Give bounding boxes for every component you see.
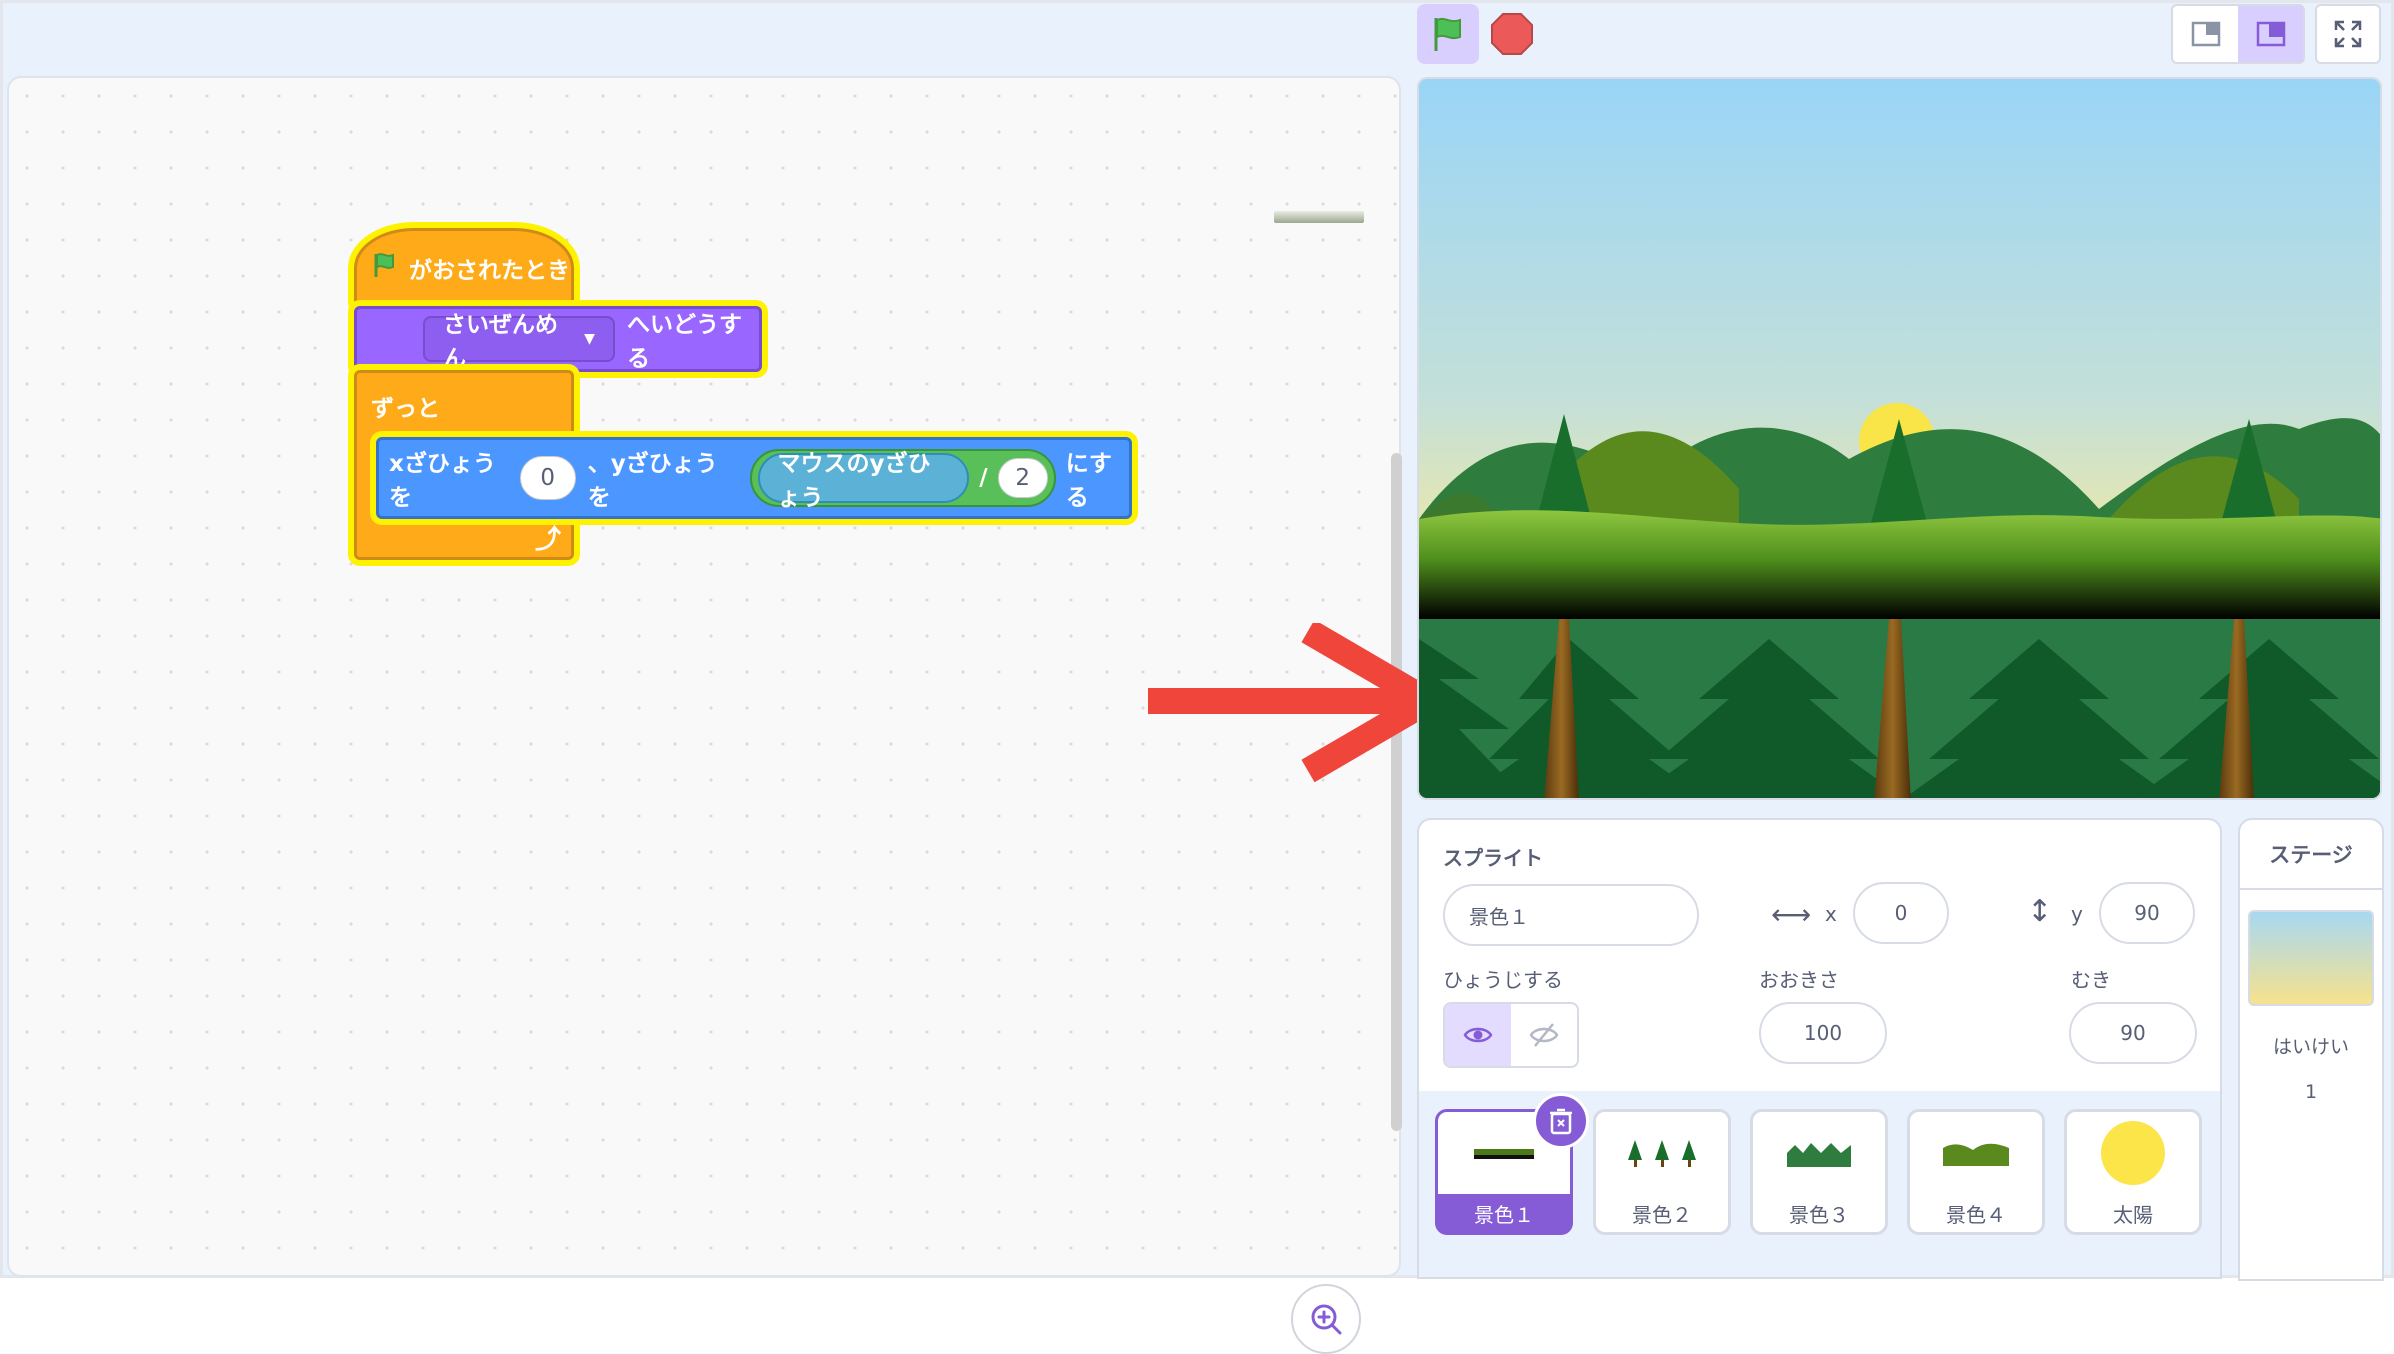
zoom-in-button[interactable] (1291, 1284, 1361, 1354)
normal-stage-icon (2256, 21, 2285, 47)
eye-icon (1463, 1027, 1493, 1043)
sprite-tile[interactable]: 景色４ (1907, 1109, 2045, 1235)
when-flag-clicked-block[interactable]: がおされたとき (354, 228, 574, 308)
go-to-layer-suffix: へいどうする (626, 312, 742, 372)
fullscreen-icon (2334, 20, 2362, 48)
stop-icon (1491, 13, 1533, 55)
small-stage-button[interactable] (2173, 6, 2238, 62)
divide-symbol: / (979, 465, 988, 491)
go-to-layer-block[interactable]: さいぜんめん ▼ へいどうする (354, 306, 762, 372)
scratch-editor: がおされたとき さいぜんめん ▼ へいどうする ずっと ⤴ xざひょうを 0 、… (0, 0, 2394, 1354)
direction-input[interactable]: 90 (2069, 1002, 2197, 1064)
sprite-tile-label: 景色４ (1946, 1202, 2006, 1227)
layer-dropdown-value: さいぜんめん (443, 312, 558, 372)
set-xy-suffix: にする (1065, 451, 1112, 511)
mouse-y-reporter[interactable]: マウスのyざひょう (757, 451, 970, 511)
stop-button[interactable] (1489, 11, 1535, 57)
caret-down-icon: ▼ (584, 331, 595, 347)
sprite-tile[interactable]: 太陽 (2064, 1109, 2202, 1235)
stage-title: ステージ (2240, 820, 2382, 890)
show-label: ひょうじする (1443, 968, 1563, 992)
stage-canvas[interactable] (1417, 77, 2382, 800)
workspace-minimap (1274, 211, 1364, 223)
sprite-thumbnail (1753, 1112, 1885, 1194)
set-xy-mid: 、yざひょうを (587, 451, 718, 511)
zoom-in-icon (1311, 1304, 1342, 1335)
green-flag-icon (1434, 17, 1461, 51)
sprite-tile[interactable]: 景色３ (1750, 1109, 1888, 1235)
sprite-tile-label: 太陽 (2113, 1202, 2153, 1227)
visibility-toggle (1443, 1002, 1579, 1068)
sprite-name-input[interactable]: 景色１ (1443, 884, 1699, 946)
set-xy-block[interactable]: xざひょうを 0 、yざひょうを マウスのyざひょう / 2 にする (376, 437, 1132, 519)
backdrop-count: 1 (2304, 1081, 2318, 1103)
loop-arrow-icon: ⤴ (535, 525, 562, 555)
y-arrow-icon: ↕ (2027, 894, 2053, 929)
hide-button[interactable] (1511, 1004, 1577, 1066)
sprite-thumbnail (1910, 1112, 2042, 1194)
stage-size-toggle (2171, 4, 2305, 64)
code-area-scrollbar[interactable] (1391, 453, 1402, 1131)
annotation-arrow-icon (1148, 619, 1454, 787)
green-flag-icon (371, 251, 399, 285)
divisor-input[interactable]: 2 (997, 458, 1048, 498)
fullscreen-button[interactable] (2315, 4, 2381, 64)
size-input[interactable]: 100 (1759, 1002, 1887, 1064)
sprite-tile-label: 景色２ (1632, 1202, 1692, 1227)
divide-operator-block[interactable]: マウスのyざひょう / 2 (749, 449, 1056, 511)
sprite-tile-label: 景色１ (1474, 1202, 1534, 1227)
small-stage-icon (2191, 21, 2220, 47)
y-label: y (2071, 902, 2083, 926)
eye-slash-icon (1529, 1023, 1559, 1047)
trash-icon (1550, 1108, 1572, 1135)
delete-sprite-button[interactable] (1533, 1093, 1589, 1149)
forever-label: ずっと (371, 396, 440, 422)
set-xy-prefix: xざひょうを (389, 451, 496, 511)
direction-label: むき (2071, 968, 2111, 992)
sprite-list: 景色１ 景色２ 景色３ 景色４ 太陽 (1417, 1091, 2222, 1279)
backdrop-label: はいけい (2272, 1036, 2349, 1058)
sprite-tile[interactable]: 景色２ (1593, 1109, 1731, 1235)
sprite-thumbnail (1596, 1112, 1728, 1194)
layer-dropdown[interactable]: さいぜんめん ▼ (423, 312, 615, 372)
x-input[interactable]: 0 (519, 456, 576, 500)
sprite-label: スプライト (1443, 846, 1543, 870)
x-label: x (1825, 902, 1837, 926)
x-arrow-icon: ⟷ (1771, 898, 1812, 931)
sprite-tile-label: 景色３ (1789, 1202, 1849, 1227)
stage-selector[interactable]: ステージ はいけい 1 (2238, 818, 2384, 1281)
x-position-input[interactable]: 0 (1853, 882, 1949, 944)
backdrop-thumbnail[interactable] (2248, 910, 2374, 1006)
sprite-info-panel: スプライト 景色１ ⟷ x 0 ↕ y 90 ひょうじする おおきさ 100 む… (1417, 818, 2222, 1093)
show-button[interactable] (1445, 1004, 1511, 1066)
hat-block-label: がおされたとき (409, 258, 570, 284)
sprite-thumbnail (2067, 1112, 2199, 1194)
size-label: おおきさ (1759, 968, 1839, 992)
y-position-input[interactable]: 90 (2099, 882, 2195, 944)
green-flag-button[interactable] (1417, 4, 1479, 64)
normal-stage-button[interactable] (2238, 6, 2303, 62)
